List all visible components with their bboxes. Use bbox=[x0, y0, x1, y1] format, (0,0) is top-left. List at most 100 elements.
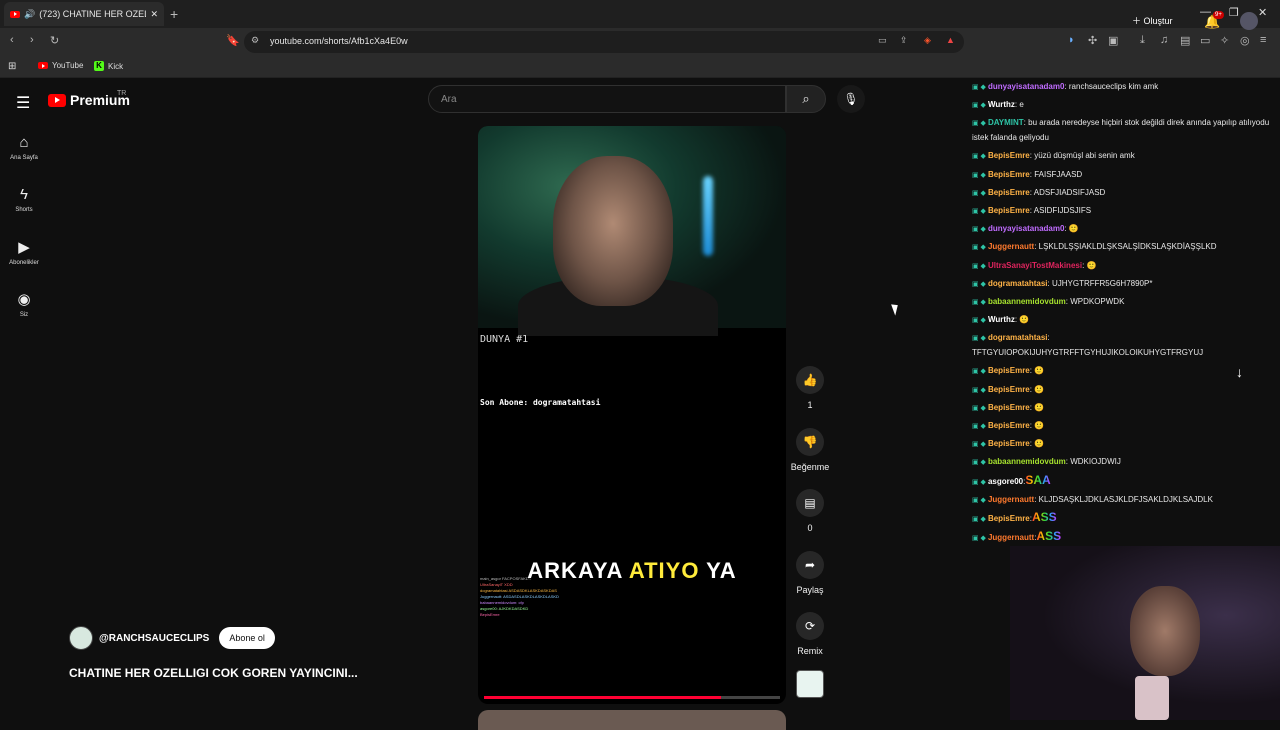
chat-emote: SAA bbox=[1025, 472, 1050, 489]
nav-home[interactable]: ⌂ Ana Sayfa bbox=[0, 134, 48, 161]
notification-badge: 9+ bbox=[1213, 11, 1224, 19]
chat-username[interactable]: BepisEmre bbox=[988, 188, 1030, 197]
share-button[interactable]: ➦ Paylaş bbox=[790, 551, 830, 595]
chat-username[interactable]: asgore00 bbox=[988, 477, 1023, 486]
chat-username[interactable]: Juggernautt bbox=[988, 242, 1034, 251]
reader-icon[interactable]: ▣ bbox=[1108, 34, 1118, 47]
search-box[interactable]: Ara bbox=[428, 85, 786, 113]
youtube-favicon-icon bbox=[38, 62, 48, 69]
video-progress-bar[interactable] bbox=[484, 696, 780, 699]
neon-light bbox=[703, 176, 713, 256]
chat-username[interactable]: Wurthz bbox=[988, 315, 1015, 324]
chat-username[interactable]: Juggernautt bbox=[988, 495, 1034, 504]
chat-username[interactable]: BepisEmre bbox=[988, 366, 1030, 375]
chat-badge-icon: ▣ ◆ bbox=[972, 189, 986, 197]
close-window-icon[interactable]: ✕ bbox=[1258, 6, 1267, 19]
nav-subscriptions[interactable]: ▶ Abonelikler bbox=[0, 238, 48, 266]
download-icon[interactable]: ⤓ bbox=[1140, 34, 1145, 47]
chat-username[interactable]: UltraSanayiTostMakinesi bbox=[988, 261, 1082, 270]
browser-tab-bar: 🔊 (723) CHATINE HER OZELLIGI ✕ + — ❐ ✕ bbox=[0, 0, 1280, 28]
chat-username[interactable]: dogramatahtasi bbox=[988, 279, 1048, 288]
search-button[interactable]: ⌕ bbox=[786, 85, 826, 113]
streamer-facecam bbox=[1010, 546, 1280, 720]
chat-text: : 🙂 bbox=[1029, 384, 1045, 394]
dislike-button[interactable]: 👎 Beğenme bbox=[790, 428, 830, 472]
chat-badge-icon: ▣ ◆ bbox=[972, 171, 986, 179]
nav-you[interactable]: ◉ Siz bbox=[0, 290, 48, 318]
chat-badge-icon: ▣ ◆ bbox=[972, 386, 986, 394]
forward-icon[interactable]: › bbox=[30, 34, 34, 46]
chat-badge-icon: ▣ ◆ bbox=[972, 153, 986, 161]
bookmark-youtube[interactable]: YouTube bbox=[38, 61, 83, 70]
maximize-icon[interactable]: ❐ bbox=[1229, 6, 1239, 19]
channel-info: @RANCHSAUCECLIPS Abone ol bbox=[69, 626, 275, 650]
back-icon[interactable]: ‹ bbox=[10, 34, 14, 46]
bookmark-icon[interactable]: 🔖 bbox=[226, 34, 240, 47]
chat-username[interactable]: BepisEmre bbox=[988, 385, 1030, 394]
comments-button[interactable]: ▤ 0 bbox=[790, 489, 830, 533]
channel-avatar[interactable] bbox=[69, 626, 93, 650]
region-code: TR bbox=[117, 90, 127, 97]
audio-icon[interactable]: ◗ bbox=[1068, 34, 1075, 46]
music-icon[interactable]: ♫ bbox=[1160, 34, 1168, 46]
chat-text: : yüzü düşmüşl abi senin amk bbox=[1029, 151, 1135, 161]
chat-username[interactable]: dogramatahtasi bbox=[988, 333, 1048, 342]
speaker-icon: 🔊 bbox=[24, 8, 36, 19]
sound-thumbnail[interactable] bbox=[796, 670, 824, 698]
channel-name[interactable]: @RANCHSAUCECLIPS bbox=[99, 633, 209, 644]
chat-username[interactable]: BepisEmre bbox=[988, 439, 1030, 448]
brave-shield-icon[interactable]: ◈ bbox=[924, 35, 931, 46]
voice-search-button[interactable]: 🎙 bbox=[837, 85, 865, 113]
chat-username[interactable]: dunyayisatanadam0 bbox=[988, 224, 1064, 233]
chat-username[interactable]: DAYMINT bbox=[988, 118, 1024, 127]
bookmark-kick[interactable]: K Kick bbox=[94, 61, 123, 71]
chat-username[interactable]: Juggernautt bbox=[988, 533, 1034, 542]
wallet-icon[interactable]: ▭ bbox=[1200, 34, 1210, 47]
share-page-icon[interactable]: ⇪ bbox=[900, 35, 908, 46]
chat-username[interactable]: babaannemidovdum bbox=[988, 297, 1066, 306]
chat-username[interactable]: dunyayisatanadam0 bbox=[988, 82, 1064, 91]
chat-message: ▣ ◆ BepisEmre: 🙂 bbox=[968, 399, 1280, 417]
close-tab-icon[interactable]: ✕ bbox=[150, 9, 158, 20]
chat-username[interactable]: babaannemidovdum bbox=[988, 457, 1066, 466]
chat-username[interactable]: BepisEmre bbox=[988, 421, 1030, 430]
next-short-preview[interactable] bbox=[478, 710, 786, 730]
remix-button[interactable]: ⟳ Remix bbox=[790, 612, 830, 656]
chat-username[interactable]: BepisEmre bbox=[988, 403, 1030, 412]
search-input[interactable]: Ara bbox=[441, 94, 457, 105]
chat-badge-icon: ▣ ◆ bbox=[972, 441, 986, 449]
scroll-down-arrow-icon[interactable]: ↓ bbox=[1236, 364, 1243, 380]
chat-badge-icon: ▣ ◆ bbox=[972, 496, 986, 504]
new-tab-button[interactable]: + bbox=[170, 6, 178, 22]
ai-icon[interactable]: ✧ bbox=[1220, 34, 1229, 47]
short-video-player[interactable]: DUNYA #1 Son Abone: dogramatahtasi main_… bbox=[478, 126, 786, 704]
chat-username[interactable]: BepisEmre bbox=[988, 514, 1030, 523]
browser-tab[interactable]: 🔊 (723) CHATINE HER OZELLIGI ✕ bbox=[4, 2, 164, 26]
rewards-icon[interactable]: ▲ bbox=[946, 35, 955, 45]
extensions-icon[interactable]: ✣ bbox=[1088, 34, 1097, 47]
chat-username[interactable]: Wurthz bbox=[988, 100, 1015, 109]
site-info-icon[interactable]: ⚙ bbox=[251, 35, 259, 46]
cast-icon[interactable]: ▭ bbox=[878, 35, 887, 46]
chat-message: ▣ ◆ Wurthz: e bbox=[968, 96, 1280, 114]
chat-username[interactable]: BepisEmre bbox=[988, 170, 1030, 179]
like-button[interactable]: 👍 1 bbox=[790, 366, 830, 410]
nav-shorts[interactable]: ϟ Shorts bbox=[0, 186, 48, 213]
subscribe-button[interactable]: Abone ol bbox=[219, 627, 275, 649]
sidebar-icon[interactable]: ▤ bbox=[1180, 34, 1190, 47]
create-button[interactable]: ＋ Oluştur bbox=[1132, 14, 1173, 27]
chat-username[interactable]: BepisEmre bbox=[988, 151, 1030, 160]
chat-message: ▣ ◆ BepisEmre: FAISFJAASD bbox=[968, 166, 1280, 184]
short-title[interactable]: CHATINE HER OZELLIGI COK GOREN YAYINCINI… bbox=[69, 666, 358, 680]
apps-grid-icon[interactable]: ⊞ bbox=[8, 61, 16, 72]
chat-text: : KLJDSAŞKLJDKLASJKLDFJSAKLDJKLSAJDLK bbox=[1034, 494, 1213, 504]
browser-toolbar: ‹ › ↻ 🔖 ⚙ youtube.com/shorts/Afb1cXa4E0w… bbox=[0, 28, 1280, 56]
chat-username[interactable]: BepisEmre bbox=[988, 206, 1030, 215]
chat-message: ▣ ◆ BepisEmre: yüzü düşmüşl abi senin amk bbox=[968, 147, 1280, 165]
account-avatar[interactable] bbox=[1240, 12, 1258, 30]
vpn-icon[interactable]: ◎ bbox=[1240, 34, 1250, 47]
hamburger-menu-icon[interactable]: ☰ bbox=[16, 93, 30, 113]
menu-icon[interactable]: ≡ bbox=[1260, 34, 1266, 46]
reload-icon[interactable]: ↻ bbox=[50, 34, 59, 47]
address-bar[interactable]: ⚙ youtube.com/shorts/Afb1cXa4E0w ▭ ⇪ ◈ ▲ bbox=[244, 31, 964, 53]
